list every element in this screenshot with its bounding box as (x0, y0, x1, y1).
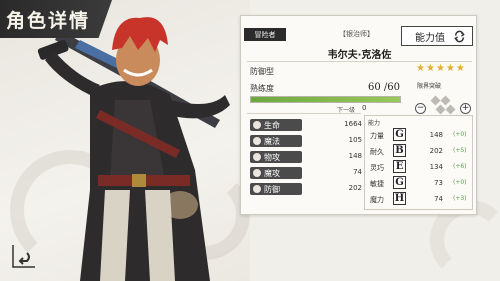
stat-value: 202 (348, 184, 362, 192)
stat-value: 74 (353, 168, 362, 176)
character-type: 防御型 (250, 67, 274, 76)
ability-row: 敏捷 G 73 (+0) (365, 176, 474, 190)
ability-value: 74 (434, 195, 443, 203)
character-name: 韦尔夫·克洛佐 (327, 50, 392, 61)
limit-minus-button[interactable]: − (415, 103, 426, 114)
stat-pill: 魔攻 (250, 167, 302, 179)
stat-value: 105 (348, 136, 362, 144)
ability-value: 73 (434, 179, 443, 187)
ability-grade: E (393, 160, 406, 173)
ability-bonus: (+3) (453, 195, 467, 202)
ability-bonus: (+5) (453, 147, 467, 154)
ability-label: 力量 (370, 132, 384, 140)
star-icon: ★ (425, 63, 435, 74)
ability-grade: G (393, 176, 406, 189)
ability-value: 202 (429, 147, 443, 155)
limit-gem-icon (430, 95, 441, 106)
ability-value: 148 (429, 131, 443, 139)
limit-gem-icon (435, 104, 446, 115)
star-icon: ★ (435, 63, 445, 74)
star-icon: ★ (455, 63, 465, 74)
rarity-stars: ★ ★ ★ ★ ★ (416, 64, 465, 74)
ability-label: 敏捷 (370, 180, 384, 188)
ability-grade: B (393, 144, 406, 157)
proficiency-value: 60 /60 (368, 82, 400, 93)
page-title: 角色详情 (6, 9, 91, 32)
ability-bonus: (+6) (453, 163, 467, 170)
shield-icon (253, 185, 261, 193)
ability-label: 魔力 (370, 196, 384, 204)
divider (247, 113, 361, 114)
heart-icon (253, 121, 261, 129)
rank-tag: 冒险者 (244, 28, 286, 41)
back-button[interactable] (4, 236, 44, 276)
epithet-label: 【银治师】 (339, 30, 374, 38)
ability-title: 能力 (368, 120, 381, 127)
panel-header: 冒险者 【银治师】 能力值 (241, 26, 478, 46)
ability-bonus: (+0) (453, 131, 467, 138)
stat-label: 防御 (264, 184, 280, 194)
sword-icon (253, 153, 261, 161)
ability-button-label: 能力值 (415, 32, 445, 44)
stat-label: 魔攻 (264, 168, 280, 178)
character-portrait (37, 17, 230, 281)
limit-break-label: 限界突破 (417, 83, 442, 90)
limit-plus-button[interactable]: + (460, 103, 471, 114)
stat-pill: 物攻 (250, 151, 302, 163)
character-info-panel: 冒险者 【银治师】 能力值 韦尔夫·克洛佐 防御型 ★ ★ ★ ★ ★ 熟练度 60 /… (240, 15, 477, 215)
stat-label: 魔法 (264, 136, 280, 146)
ability-value: 134 (429, 163, 443, 171)
stat-pill: 防御 (250, 183, 302, 195)
ability-toggle-button[interactable]: 能力值 (401, 26, 473, 46)
stat-label: 生命 (264, 120, 280, 130)
star-icon: ★ (416, 63, 425, 74)
stat-value: 1664 (344, 120, 362, 128)
proficiency-bar-fill (251, 97, 400, 102)
stat-row: 魔攻 74 (250, 167, 362, 179)
ability-grade: H (393, 192, 406, 205)
proficiency-bar (250, 96, 401, 103)
ability-bonus: (+0) (453, 179, 467, 186)
limit-gem-icon (440, 95, 451, 106)
stat-label: 物攻 (264, 152, 280, 162)
stat-pill: 生命 (250, 119, 302, 131)
stat-row: 防御 202 (250, 183, 362, 195)
ability-label: 耐久 (370, 148, 384, 156)
ability-grade: G (393, 128, 406, 141)
limit-gem-icon (445, 104, 456, 115)
ability-row: 魔力 H 74 (+3) (365, 192, 474, 206)
stat-row: 物攻 148 (250, 151, 362, 163)
divider (247, 61, 472, 62)
magic-icon (253, 169, 261, 177)
refresh-icon (454, 30, 465, 43)
back-arrow-icon (12, 245, 35, 268)
page-title-banner: 角色详情 (0, 0, 112, 38)
ability-row: 灵巧 E 134 (+6) (365, 160, 474, 174)
stat-row: 生命 1664 (250, 119, 362, 131)
mana-icon (253, 137, 261, 145)
proficiency-label: 熟练度 (250, 84, 274, 93)
ability-row: 力量 G 148 (+0) (365, 128, 474, 142)
stat-pill: 魔法 (250, 135, 302, 147)
stat-value: 148 (348, 152, 362, 160)
next-level-value: 0 (362, 104, 367, 112)
stat-row: 魔法 105 (250, 135, 362, 147)
star-icon: ★ (445, 63, 455, 74)
ability-label: 灵巧 (370, 164, 384, 172)
ability-row: 耐久 B 202 (+5) (365, 144, 474, 158)
ability-box: 能力 力量 G 148 (+0) 耐久 B 202 (+5) 灵巧 E 134 (+6) 敏捷 G 73 (+… (364, 115, 473, 210)
